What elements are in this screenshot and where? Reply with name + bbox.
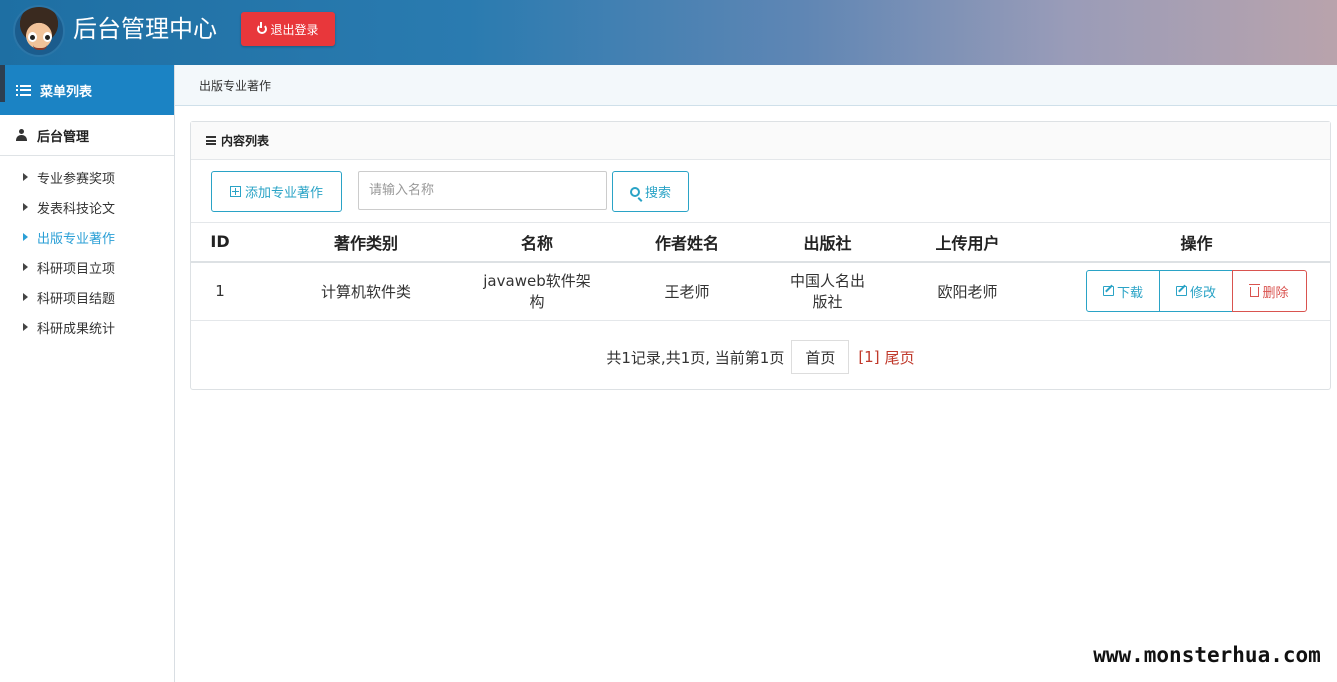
download-button[interactable]: 下载 — [1086, 270, 1160, 313]
avatar — [13, 5, 65, 57]
cell-uploader: 欧阳老师 — [872, 261, 1063, 321]
toolbar: 添加专业著作 搜索 — [191, 160, 1330, 222]
pagination: 共1记录,共1页, 当前第1页 首页 [1] 尾页 — [191, 340, 1330, 374]
sidebar: 菜单列表 后台管理 专业参赛奖项 发表科技论文 出版专业著作 科研项目立项 科研… — [0, 65, 175, 682]
search-input[interactable] — [358, 171, 607, 210]
logout-button[interactable]: 退出登录 — [241, 12, 335, 46]
trash-icon — [1249, 284, 1261, 298]
delete-button[interactable]: 删除 — [1232, 270, 1307, 313]
sidebar-item-statistics[interactable]: 科研成果统计 — [0, 312, 174, 342]
sidebar-heading-label: 菜单列表 — [40, 84, 93, 100]
column-header-name[interactable]: 名称 — [483, 222, 591, 263]
cell-id: 1 — [191, 261, 249, 321]
current-page-link[interactable]: [1] — [858, 348, 879, 366]
caret-right-icon — [23, 323, 28, 331]
list-icon — [16, 84, 31, 96]
cell-category: 计算机软件类 — [249, 261, 483, 321]
cell-name: javaweb软件架构 — [483, 261, 591, 321]
caret-right-icon — [23, 203, 28, 211]
top-header: 后台管理中心 退出登录 — [0, 0, 1337, 65]
caret-right-icon — [23, 173, 28, 181]
caret-right-icon — [23, 263, 28, 271]
sidebar-group-label: 后台管理 — [37, 129, 90, 145]
table-row: 1 计算机软件类 javaweb软件架构 王老师 中国人名出版社 欧阳老师 下载… — [191, 261, 1330, 321]
content-panel: 内容列表 添加专业著作 搜索 ID 著作类别 名称 作者姓名 出版社 上传用户 … — [190, 121, 1331, 390]
sidebar-item-project-approval[interactable]: 科研项目立项 — [0, 252, 174, 282]
user-icon — [16, 129, 27, 141]
add-publication-button[interactable]: 添加专业著作 — [211, 171, 342, 212]
plus-square-icon — [229, 186, 241, 197]
edit-icon — [1175, 286, 1187, 297]
column-header-category[interactable]: 著作类别 — [249, 222, 483, 263]
last-page-link[interactable]: 尾页 — [885, 347, 915, 368]
caret-right-icon — [23, 233, 28, 241]
row-actions: 下载 修改 删除 — [1086, 270, 1307, 313]
panel-heading: 内容列表 — [191, 122, 1330, 160]
pagination-summary: 共1记录,共1页, 当前第1页 — [606, 348, 785, 367]
sidebar-group-admin[interactable]: 后台管理 — [0, 115, 174, 156]
first-page-button[interactable]: 首页 — [791, 340, 850, 374]
caret-right-icon — [23, 293, 28, 301]
column-header-id[interactable]: ID — [191, 222, 249, 263]
sidebar-item-publications[interactable]: 出版专业著作 — [0, 222, 174, 252]
cell-actions: 下载 修改 删除 — [1063, 261, 1330, 321]
sidebar-heading: 菜单列表 — [0, 65, 174, 115]
panel-title: 内容列表 — [221, 134, 270, 148]
cell-author: 王老师 — [591, 261, 783, 321]
sidebar-menu: 专业参赛奖项 发表科技论文 出版专业著作 科研项目立项 科研项目结题 科研成果统… — [0, 156, 174, 342]
column-header-uploader[interactable]: 上传用户 — [872, 222, 1063, 263]
sidebar-item-project-completion[interactable]: 科研项目结题 — [0, 282, 174, 312]
logout-label: 退出登录 — [270, 22, 319, 37]
bars-icon — [206, 136, 216, 145]
column-header-author[interactable]: 作者姓名 — [591, 222, 783, 263]
edit-button[interactable]: 修改 — [1159, 270, 1233, 313]
publications-table: ID 著作类别 名称 作者姓名 出版社 上传用户 操作 1 计算机软件类 jav… — [191, 222, 1330, 321]
sidebar-item-papers[interactable]: 发表科技论文 — [0, 192, 174, 222]
search-button[interactable]: 搜索 — [612, 171, 689, 212]
column-header-publisher[interactable]: 出版社 — [783, 222, 872, 263]
column-header-actions: 操作 — [1063, 222, 1330, 263]
table-header-row: ID 著作类别 名称 作者姓名 出版社 上传用户 操作 — [191, 222, 1330, 263]
power-icon — [257, 22, 268, 34]
cell-publisher: 中国人名出版社 — [783, 261, 872, 321]
breadcrumb: 出版专业著作 — [175, 65, 1337, 106]
sidebar-item-awards[interactable]: 专业参赛奖项 — [0, 162, 174, 192]
edit-icon — [1102, 286, 1114, 297]
watermark: www.monsterhua.com — [1077, 628, 1337, 682]
sidebar-toggle-handle[interactable] — [0, 65, 5, 102]
search-icon — [629, 186, 640, 197]
app-title: 后台管理中心 — [73, 15, 217, 43]
